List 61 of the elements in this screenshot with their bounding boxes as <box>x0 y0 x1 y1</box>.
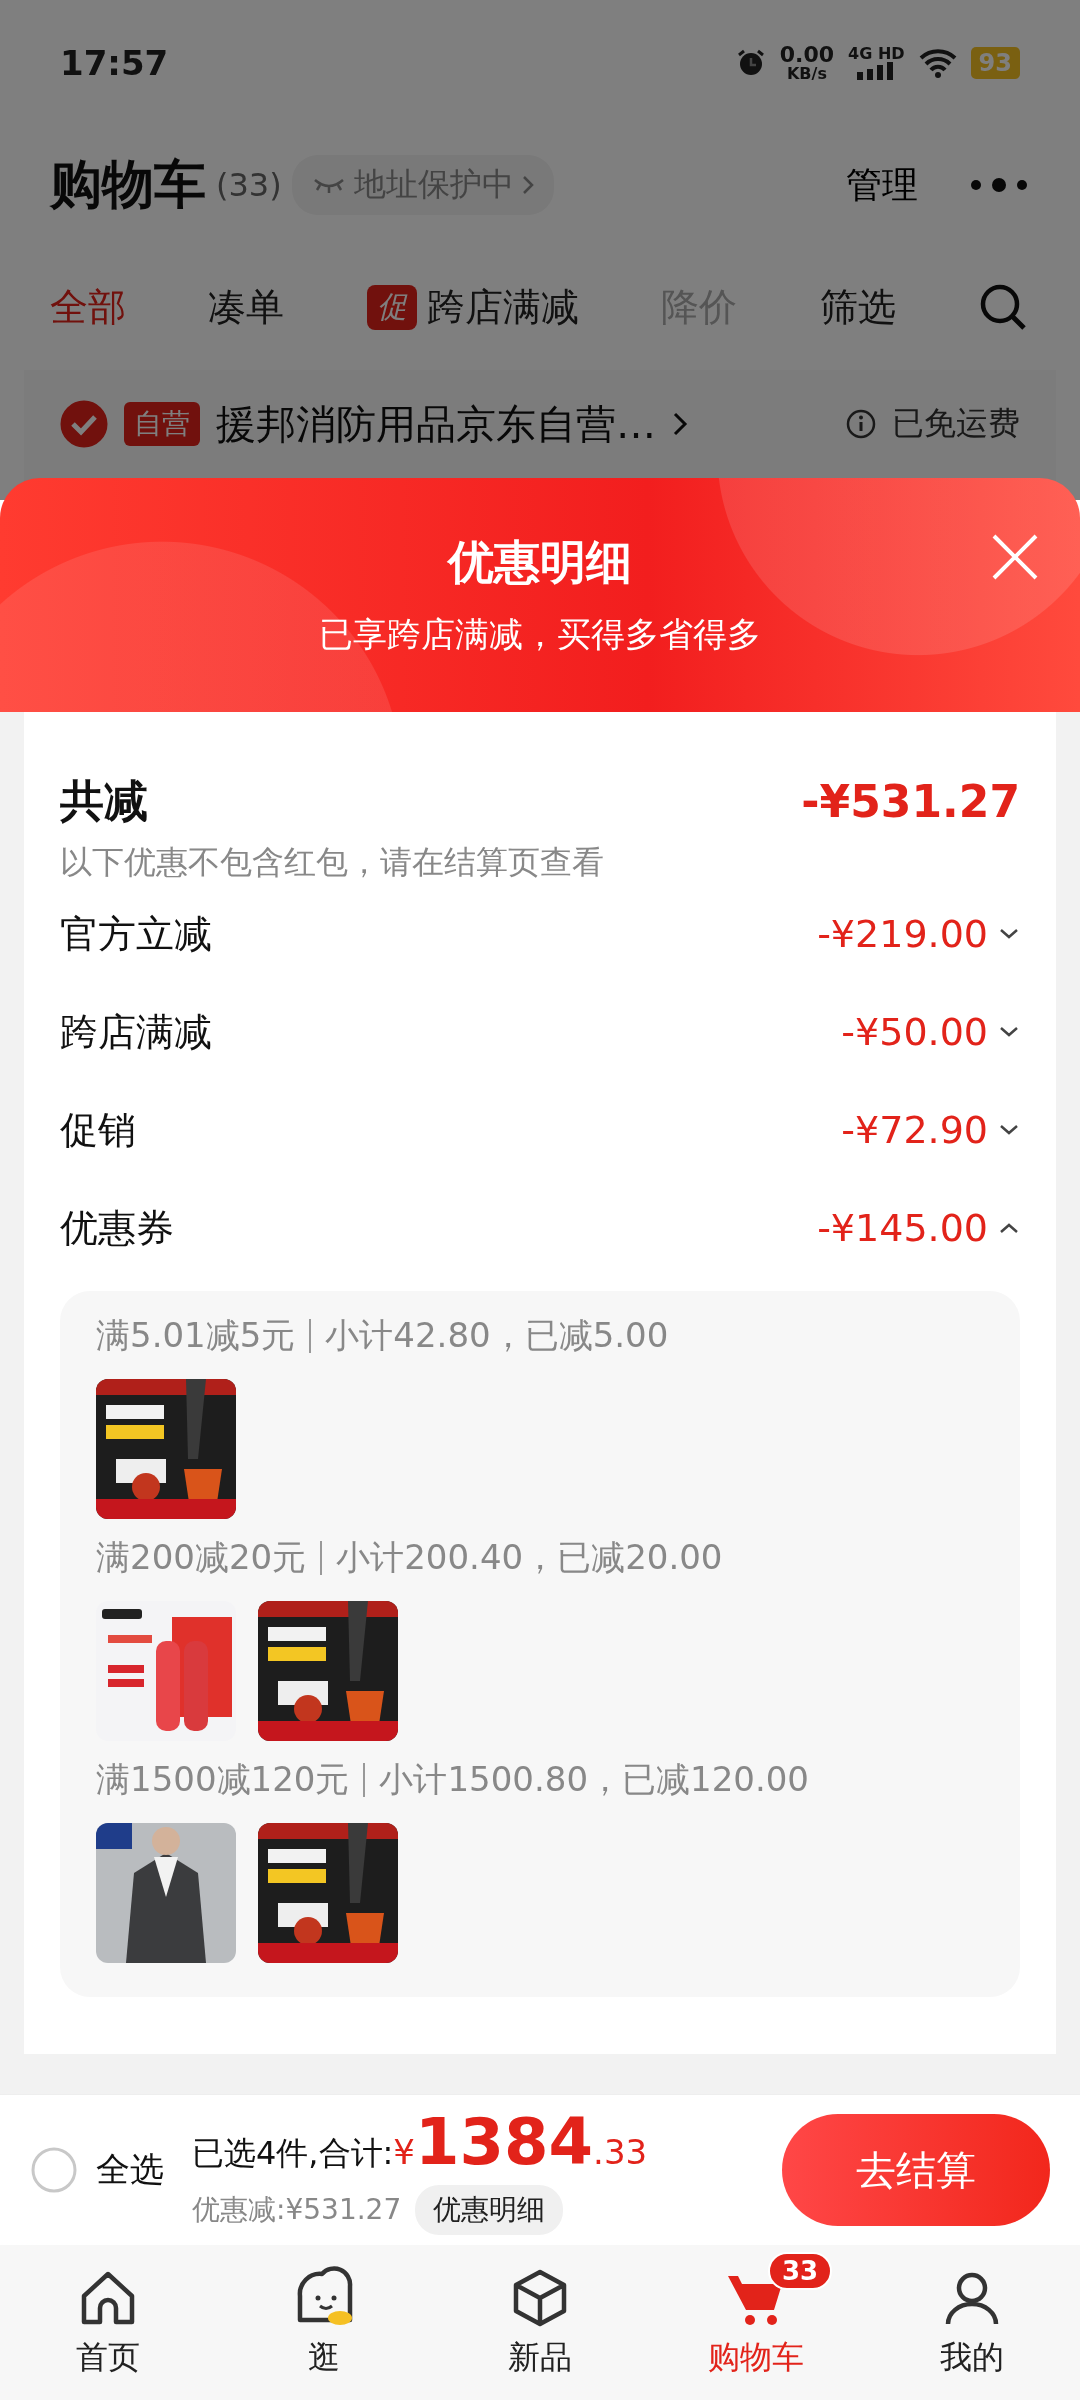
filter-tab[interactable]: 全部 <box>50 282 126 333</box>
saving-amount: 优惠减:¥531.27 <box>192 2192 402 2228</box>
cart-count: (33) <box>216 166 282 204</box>
coupon-subtotal: 小计42.80，已减5.00 <box>325 1314 669 1357</box>
chevron-right-icon[interactable] <box>672 411 688 437</box>
discount-label: 优惠券 <box>60 1204 174 1252</box>
nav-tab[interactable]: 我的 <box>864 2245 1080 2400</box>
manage-button[interactable]: 管理 <box>846 160 918 210</box>
alarm-icon <box>735 47 766 78</box>
discount-note: 以下优惠不包含红包，请在结算页查看 <box>60 842 605 883</box>
nav-tab[interactable]: 33 购物车 <box>648 2245 864 2400</box>
cart-badge: 33 <box>768 2251 833 2290</box>
selection-summary: 已选4件,合计: <box>192 2133 394 2174</box>
wifi-icon <box>918 47 957 78</box>
info-icon[interactable] <box>846 409 876 439</box>
store-name[interactable]: 援邦消防用品京东自营… <box>216 396 656 452</box>
coupon-rule: 满1500减120元 <box>96 1758 350 1801</box>
checkbox[interactable] <box>60 400 108 448</box>
battery-indicator: 93 <box>970 46 1020 79</box>
reduction-value: -¥531.27 <box>801 776 1020 827</box>
coupon-subtotal: 小计200.40，已减20.00 <box>336 1536 723 1579</box>
filter-tab[interactable]: 促 跨店满减 <box>366 282 579 333</box>
chevron-icon[interactable] <box>998 927 1020 941</box>
discount-amount: -¥145.00 <box>817 1206 988 1250</box>
coupon-rule: 满5.01减5元 <box>96 1314 296 1357</box>
net-unit: KB/s <box>786 65 827 82</box>
discount-amount: -¥219.00 <box>817 912 988 956</box>
discount-amount: -¥50.00 <box>841 1010 988 1054</box>
filter-tab[interactable]: 筛选 <box>819 282 896 333</box>
discount-amount: -¥72.90 <box>841 1108 988 1152</box>
checkout-button[interactable]: 去结算 <box>782 2114 1050 2226</box>
signal-icon <box>857 61 896 80</box>
chevron-icon[interactable] <box>998 1123 1020 1137</box>
page-title: 购物车 <box>50 153 206 216</box>
discount-detail-button[interactable]: 优惠明细 <box>415 2185 564 2235</box>
close-icon[interactable] <box>990 532 1040 582</box>
nav-tab[interactable]: 逛 <box>216 2245 432 2400</box>
nav-tab[interactable]: 新品 <box>432 2245 648 2400</box>
status-time: 17:57 <box>60 42 169 83</box>
self-operated-tag: 自营 <box>124 402 200 446</box>
select-all-label[interactable]: 全选 <box>96 2147 164 2193</box>
filter-tab[interactable]: 凑单 <box>208 282 285 333</box>
discount-label: 跨店满减 <box>60 1008 212 1056</box>
coupon-subtotal: 小计1500.80，已减120.00 <box>379 1758 809 1801</box>
chevron-icon[interactable] <box>998 1221 1020 1235</box>
coupon-rule: 满200减20元 <box>96 1536 307 1579</box>
chevron-right-icon <box>521 175 534 195</box>
promo-badge: 促 <box>366 285 417 330</box>
nav-tab[interactable]: 首页 <box>0 2245 216 2400</box>
reduction-label: 共减 <box>60 774 148 828</box>
network-type: 4G HD <box>848 45 905 62</box>
net-speed: 0.00 <box>779 43 835 66</box>
chevron-icon[interactable] <box>998 1025 1020 1039</box>
select-all-checkbox[interactable] <box>30 2146 78 2194</box>
shipping-status: 已免运费 <box>892 403 1020 444</box>
sheet-subtitle: 已享跨店满减，买得多省得多 <box>319 613 761 656</box>
more-icon[interactable] <box>968 177 1030 193</box>
total-price: ¥1384.33 <box>393 2105 648 2179</box>
sheet-title: 优惠明细 <box>448 534 632 591</box>
discount-label: 官方立减 <box>60 910 212 958</box>
discount-label: 促销 <box>60 1106 136 1154</box>
